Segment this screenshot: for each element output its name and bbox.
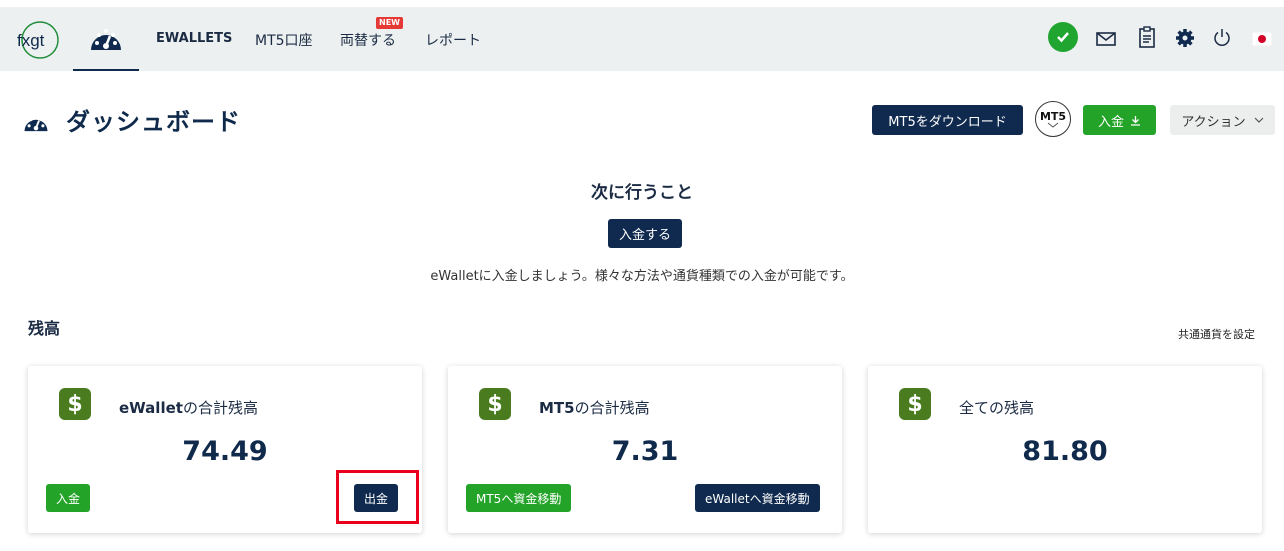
dollar-icon: $	[899, 388, 931, 420]
mt5-badge-label: MT5	[1039, 109, 1067, 123]
nav-dashboard-tab[interactable]	[73, 7, 139, 71]
new-badge: NEW	[376, 17, 403, 29]
chevron-down-icon	[1254, 117, 1264, 123]
total-balance-card: $ 全ての残高 81.80	[868, 366, 1262, 533]
page-title: ダッシュボード	[66, 108, 241, 136]
mail-icon[interactable]	[1096, 31, 1116, 47]
logo-text: fxgt	[17, 31, 45, 50]
japan-flag-icon[interactable]	[1252, 32, 1272, 46]
dashboard-gauge-icon	[91, 29, 121, 50]
transfer-to-mt5-button[interactable]: MT5へ資金移動	[466, 484, 572, 512]
download-mt5-button[interactable]: MT5をダウンロード	[872, 105, 1023, 135]
action-dropdown[interactable]: アクション	[1170, 105, 1275, 135]
balance-section-title: 残高	[28, 319, 61, 338]
top-navigation: fxgt EWALLETS MT5口座 両替する NEW レポート	[0, 7, 1284, 71]
ewallet-balance-label: eWalletの合計残高	[119, 399, 258, 417]
download-arrow-icon	[1131, 115, 1140, 126]
next-steps-description: eWalletに入金しましょう。様々な方法や通貨種類での入金が可能です。	[430, 269, 854, 284]
set-common-currency-link[interactable]: 共通通貨を設定	[1178, 326, 1255, 342]
ewallet-balance-value: 74.49	[182, 436, 268, 467]
header-deposit-label: 入金	[1097, 114, 1124, 130]
mt5-balance-value: 7.31	[611, 436, 679, 467]
nav-exchange[interactable]: 両替する	[340, 30, 396, 50]
mt5-balance-card: $ MT5の合計残高 7.31 MT5へ資金移動 eWalletへ資金移動	[448, 366, 842, 533]
logout-power-icon[interactable]	[1212, 27, 1232, 47]
dollar-icon: $	[479, 388, 511, 420]
dollar-icon: $	[59, 388, 91, 420]
nav-ewallets[interactable]: EWALLETS	[156, 31, 232, 46]
ewallet-deposit-button[interactable]: 入金	[46, 484, 91, 512]
nav-mt5-accounts[interactable]: MT5口座	[255, 30, 313, 50]
settings-gear-icon[interactable]	[1174, 27, 1195, 48]
verified-check-icon[interactable]	[1048, 22, 1078, 52]
next-deposit-button[interactable]: 入金する	[608, 219, 682, 248]
mt5-platform-button[interactable]: MT5	[1035, 101, 1071, 137]
fxgt-logo[interactable]: fxgt	[15, 21, 65, 59]
mt5-balance-label: MT5の合計残高	[539, 399, 650, 417]
withdraw-highlight-box	[336, 470, 419, 524]
clipboard-icon[interactable]	[1137, 26, 1157, 48]
chevron-down-icon	[1047, 122, 1059, 128]
dashboard-gauge-icon	[23, 111, 49, 133]
total-balance-label: 全ての残高	[959, 399, 1035, 417]
next-steps-title: 次に行うこと	[591, 183, 693, 203]
transfer-to-ewallet-button[interactable]: eWalletへ資金移動	[695, 484, 820, 512]
header-deposit-button[interactable]: 入金	[1083, 105, 1156, 135]
action-dropdown-label: アクション	[1181, 114, 1246, 130]
total-balance-value: 81.80	[1022, 436, 1108, 467]
nav-reports[interactable]: レポート	[425, 30, 481, 50]
